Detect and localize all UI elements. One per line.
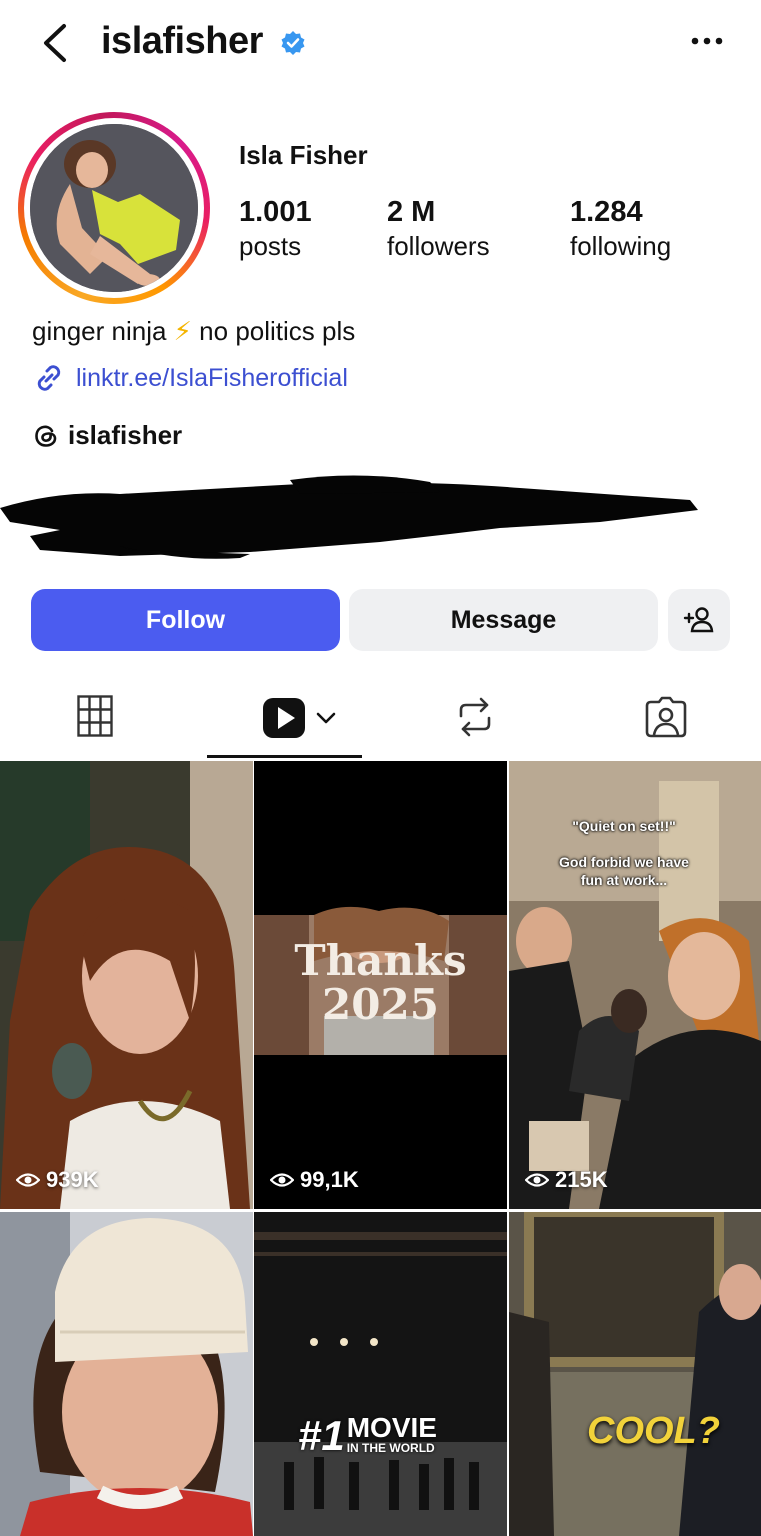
bio-part2: no politics pls bbox=[199, 316, 356, 346]
reel-2-overlay: Thanks 2025 bbox=[254, 939, 507, 1027]
tab-reels-icon[interactable] bbox=[262, 696, 342, 740]
eye-icon bbox=[525, 1173, 549, 1187]
reel-4-image bbox=[0, 1212, 253, 1536]
posts-label: posts bbox=[239, 231, 302, 261]
threads-badge[interactable]: islafisher bbox=[32, 420, 182, 451]
reel-1-image bbox=[0, 761, 253, 1209]
message-button[interactable]: Message bbox=[349, 589, 658, 651]
reel-thumbnail[interactable] bbox=[0, 1212, 253, 1536]
top-bar: islafisher bbox=[0, 0, 761, 90]
threads-icon bbox=[35, 425, 57, 447]
back-arrow-icon[interactable] bbox=[38, 22, 72, 64]
bio-part1: ginger ninja bbox=[32, 316, 167, 346]
overlay-line1: Thanks bbox=[294, 936, 467, 985]
reel-thumbnail[interactable]: COOL? bbox=[509, 1212, 761, 1536]
follow-button[interactable]: Follow bbox=[31, 589, 340, 651]
tab-posts-grid-icon[interactable] bbox=[77, 694, 113, 738]
reel-thumbnail[interactable]: "Quiet on set!!" God forbid we have fun … bbox=[509, 761, 761, 1209]
eye-icon bbox=[16, 1173, 40, 1187]
suggest-user-button[interactable] bbox=[668, 589, 730, 651]
overlay-word: MOVIE bbox=[346, 1412, 437, 1443]
reel-5-image bbox=[254, 1212, 507, 1536]
reel-6-overlay: COOL? bbox=[587, 1410, 720, 1452]
active-tab-indicator bbox=[207, 755, 362, 758]
story-ring[interactable] bbox=[18, 112, 210, 304]
avatar-photo bbox=[30, 124, 198, 292]
profile-username: islafisher bbox=[101, 20, 263, 62]
link-icon bbox=[37, 365, 61, 391]
caption-line2: God forbid we have bbox=[559, 854, 689, 870]
followers-label: followers bbox=[387, 231, 490, 261]
bio-link-text[interactable]: linktr.ee/IslaFisherofficial bbox=[76, 364, 348, 393]
display-name: Isla Fisher bbox=[239, 140, 368, 170]
reel-thumbnail[interactable]: Thanks 2025 99,1K bbox=[254, 761, 507, 1209]
overlay-rank: #1 bbox=[298, 1412, 345, 1459]
overlay-small: IN THE WORLD bbox=[346, 1441, 435, 1455]
reel-thumbnail[interactable]: 939K bbox=[0, 761, 253, 1209]
profile-tabs bbox=[0, 680, 761, 760]
threads-handle: islafisher bbox=[68, 420, 183, 450]
more-options-icon[interactable] bbox=[690, 32, 724, 50]
view-count: 939K bbox=[16, 1167, 99, 1193]
bio-text: ginger ninja ⚡ no politics pls bbox=[32, 316, 355, 347]
following-count: 1.284 bbox=[570, 196, 643, 228]
reel-6-image bbox=[509, 1212, 761, 1536]
eye-icon bbox=[270, 1173, 294, 1187]
bio-link[interactable]: linktr.ee/IslaFisherofficial bbox=[32, 361, 348, 395]
reel-5-overlay: #1 MOVIE IN THE WORLD bbox=[298, 1414, 437, 1458]
add-person-icon bbox=[683, 607, 714, 633]
view-count-text: 215K bbox=[555, 1167, 608, 1192]
view-count-text: 99,1K bbox=[300, 1167, 359, 1192]
view-count-text: 939K bbox=[46, 1167, 99, 1192]
followers-count: 2 M bbox=[387, 196, 436, 228]
lightning-emoji: ⚡ bbox=[173, 316, 192, 346]
posts-count: 1.001 bbox=[239, 196, 312, 228]
overlay-line2: 2025 bbox=[322, 980, 439, 1029]
reel-thumbnail[interactable]: #1 MOVIE IN THE WORLD bbox=[254, 1212, 507, 1536]
followers-stat[interactable]: 2 M followers bbox=[387, 195, 490, 263]
tab-reposts-icon[interactable] bbox=[455, 696, 495, 738]
following-label: following bbox=[570, 231, 672, 261]
following-stat[interactable]: 1.284 following bbox=[570, 195, 671, 263]
avatar[interactable] bbox=[30, 124, 198, 292]
tab-tagged-icon[interactable] bbox=[644, 696, 688, 738]
caption-line3: fun at work... bbox=[580, 872, 668, 888]
view-count: 99,1K bbox=[270, 1167, 359, 1193]
redaction-scribble bbox=[0, 475, 698, 559]
verified-badge-icon bbox=[281, 31, 305, 55]
caption-line1: "Quiet on set!!" bbox=[572, 818, 676, 834]
reel-3-caption: "Quiet on set!!" God forbid we have fun … bbox=[509, 817, 739, 889]
view-count: 215K bbox=[525, 1167, 608, 1193]
posts-stat[interactable]: 1.001 posts bbox=[239, 195, 312, 263]
reels-grid: 939K Thanks 2025 99,1K "Quiet on set!!" … bbox=[0, 761, 761, 1536]
